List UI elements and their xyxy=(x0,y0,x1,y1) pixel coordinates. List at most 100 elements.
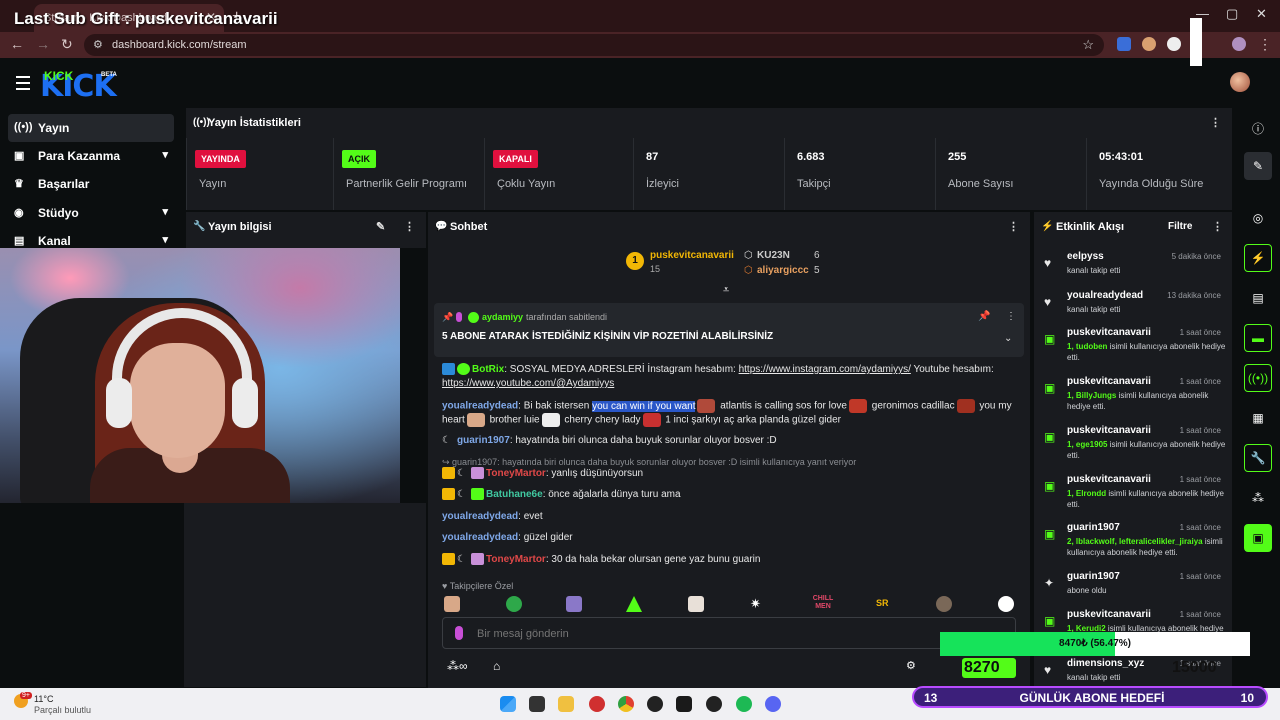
more-options-icon[interactable]: ⋮ xyxy=(404,220,415,233)
chat-message-input[interactable] xyxy=(477,624,977,644)
leader-name-3[interactable]: aliyargiccc xyxy=(757,265,809,276)
activity-user[interactable]: puskevitcanavarii xyxy=(1067,609,1151,620)
message-link[interactable]: https://www.instagram.com/aydamiyys/ xyxy=(739,364,911,375)
activity-user[interactable]: puskevitcanavarii xyxy=(1067,474,1151,485)
maximize-icon[interactable]: ▢ xyxy=(1226,6,1238,22)
translate-extension-icon[interactable] xyxy=(1117,37,1131,51)
chat-username[interactable]: BotRix xyxy=(472,364,504,375)
more-options-icon[interactable]: ⋮ xyxy=(1008,220,1019,233)
emote-icon[interactable] xyxy=(626,596,642,612)
gift-recipient[interactable]: 1, BillyJungs xyxy=(1067,391,1116,400)
info-icon[interactable]: ⓘ xyxy=(1244,114,1272,142)
profile-avatar-icon[interactable] xyxy=(1232,37,1246,51)
app-icon[interactable] xyxy=(706,696,722,712)
lightning-icon[interactable]: ⚡ xyxy=(1244,244,1272,272)
more-options-icon[interactable]: ⋮ xyxy=(1006,311,1016,322)
spotify-icon[interactable] xyxy=(736,696,752,712)
layout-icon[interactable]: ▦ xyxy=(1244,404,1272,432)
activity-user[interactable]: puskevitcanavarii xyxy=(1067,425,1151,436)
app-icon[interactable] xyxy=(589,696,605,712)
chrome-icon[interactable] xyxy=(618,696,634,712)
hamburger-menu-icon[interactable] xyxy=(16,76,30,94)
pinned-by-user[interactable]: aydamiyy xyxy=(482,312,523,322)
chat-username[interactable]: ToneyMartor xyxy=(486,554,546,565)
extension-icon[interactable] xyxy=(1142,37,1156,51)
url-field[interactable]: ⚙ dashboard.kick.com/stream ☆ xyxy=(84,34,1104,56)
window-close-icon[interactable]: ✕ xyxy=(1256,6,1267,22)
emote-picker-icon[interactable]: ⁂∞ xyxy=(447,659,468,673)
record-icon[interactable]: ◎ xyxy=(1244,204,1272,232)
edit-pencil-icon[interactable]: ✎ xyxy=(376,220,385,233)
back-icon[interactable]: ← xyxy=(10,36,24,52)
activity-user[interactable]: puskevitcanavarii xyxy=(1067,327,1151,338)
chat-bubble-icon[interactable]: ▬ xyxy=(1244,324,1272,352)
emote-icon[interactable] xyxy=(566,596,582,612)
bot-icon xyxy=(442,363,455,376)
forward-icon[interactable]: → xyxy=(36,36,50,52)
chat-username[interactable]: youalreadydead xyxy=(442,511,518,522)
activity-user[interactable]: eelpyss xyxy=(1067,251,1104,262)
emote-icon[interactable] xyxy=(506,596,522,612)
activity-user[interactable]: youalreadydead xyxy=(1067,290,1143,301)
task-view-icon[interactable] xyxy=(529,696,545,712)
stat-value: 05:43:01 xyxy=(1099,151,1144,163)
leader-name-1[interactable]: puskevitcanavarii xyxy=(650,250,734,261)
filter-button[interactable]: Filtre xyxy=(1168,221,1192,232)
collapse-leaderboard-icon[interactable]: ⩡ xyxy=(723,284,729,297)
leader-name-2[interactable]: KU23N xyxy=(757,250,790,261)
reload-icon[interactable]: ↻ xyxy=(61,36,73,53)
kick-app-icon[interactable]: ▣ xyxy=(1244,524,1272,552)
sidebar-item-basarilar[interactable]: ♛ Başarılar xyxy=(8,170,174,198)
panel-header: ((•)) Yayın İstatistikleri ⋮ xyxy=(186,108,1232,138)
chat-username[interactable]: Batuhane6e xyxy=(486,489,543,500)
chat-input-box[interactable] xyxy=(442,617,1016,649)
activity-user[interactable]: dimensions_xyz xyxy=(1067,658,1144,669)
store-icon[interactable]: ⌂ xyxy=(493,659,500,673)
gift-recipient[interactable]: 1, tudoben xyxy=(1067,342,1107,351)
notification-extension-icon[interactable] xyxy=(1167,37,1181,51)
emote-chill-men[interactable]: CHILL MEN xyxy=(812,595,834,611)
gift-recipient[interactable]: 2, lblackwolf, lefteralicelikler_jiraiya xyxy=(1067,537,1203,546)
site-info-icon[interactable]: ⚙ xyxy=(93,38,103,51)
activity-user[interactable]: guarin1907 xyxy=(1067,571,1120,582)
broadcast-icon[interactable]: ((•)) xyxy=(1244,364,1272,392)
document-icon[interactable]: ▤ xyxy=(1244,284,1272,312)
user-avatar[interactable] xyxy=(1230,72,1250,92)
emote-icon[interactable] xyxy=(998,596,1014,612)
activity-user[interactable]: guarin1907 xyxy=(1067,522,1120,533)
settings-gear-icon[interactable]: ⚙ xyxy=(906,659,916,672)
emote-icon[interactable] xyxy=(688,596,704,612)
more-options-icon[interactable]: ⋮ xyxy=(1210,116,1221,129)
emote-icon[interactable] xyxy=(936,596,952,612)
sidebar-item-yayin[interactable]: ((•)) Yayın xyxy=(8,114,174,142)
chat-username[interactable]: ToneyMartor xyxy=(486,468,546,479)
sub-badge-icon xyxy=(471,488,484,501)
more-options-icon[interactable]: ⋮ xyxy=(1212,220,1223,233)
wrench-icon[interactable]: 🔧 xyxy=(1244,444,1272,472)
gift-recipient[interactable]: 1, Elrondd xyxy=(1067,489,1106,498)
apps-icon[interactable]: ⁂ xyxy=(1244,484,1272,512)
sidebar-item-studyo[interactable]: ◉ Stüdyo ▾ xyxy=(8,199,174,227)
chevron-down-icon[interactable]: ⌄ xyxy=(1004,333,1012,344)
file-explorer-icon[interactable] xyxy=(558,696,574,712)
message-link[interactable]: https://www.youtube.com/@Aydamiyys xyxy=(442,378,614,389)
sidebar-item-para-kazanma[interactable]: ▣ Para Kazanma ▾ xyxy=(8,142,174,170)
discord-icon[interactable] xyxy=(765,696,781,712)
chat-username[interactable]: youalreadydead xyxy=(442,532,518,543)
emote-icon[interactable]: ✷ xyxy=(750,596,766,612)
emote-sr[interactable]: SR xyxy=(876,598,889,608)
app-icon[interactable] xyxy=(647,696,663,712)
stat-value: 6.683 xyxy=(797,151,825,163)
edit-pencil-icon[interactable]: ✎ xyxy=(1244,152,1272,180)
browser-menu-icon[interactable]: ⋮ xyxy=(1258,36,1272,53)
gift-recipient[interactable]: 1, ege1905 xyxy=(1067,440,1107,449)
app-icon[interactable] xyxy=(676,696,692,712)
chat-username[interactable]: guarin1907 xyxy=(457,435,510,446)
emote-icon[interactable] xyxy=(444,596,460,612)
unpin-icon[interactable]: 📌 xyxy=(978,311,990,322)
windows-start-icon[interactable] xyxy=(500,696,516,712)
bookmark-star-icon[interactable]: ☆ xyxy=(1082,37,1094,53)
chat-username[interactable]: youalreadydead xyxy=(442,401,518,412)
activity-user[interactable]: puskevitcanavarii xyxy=(1067,376,1151,387)
microphone-icon[interactable] xyxy=(455,626,463,640)
